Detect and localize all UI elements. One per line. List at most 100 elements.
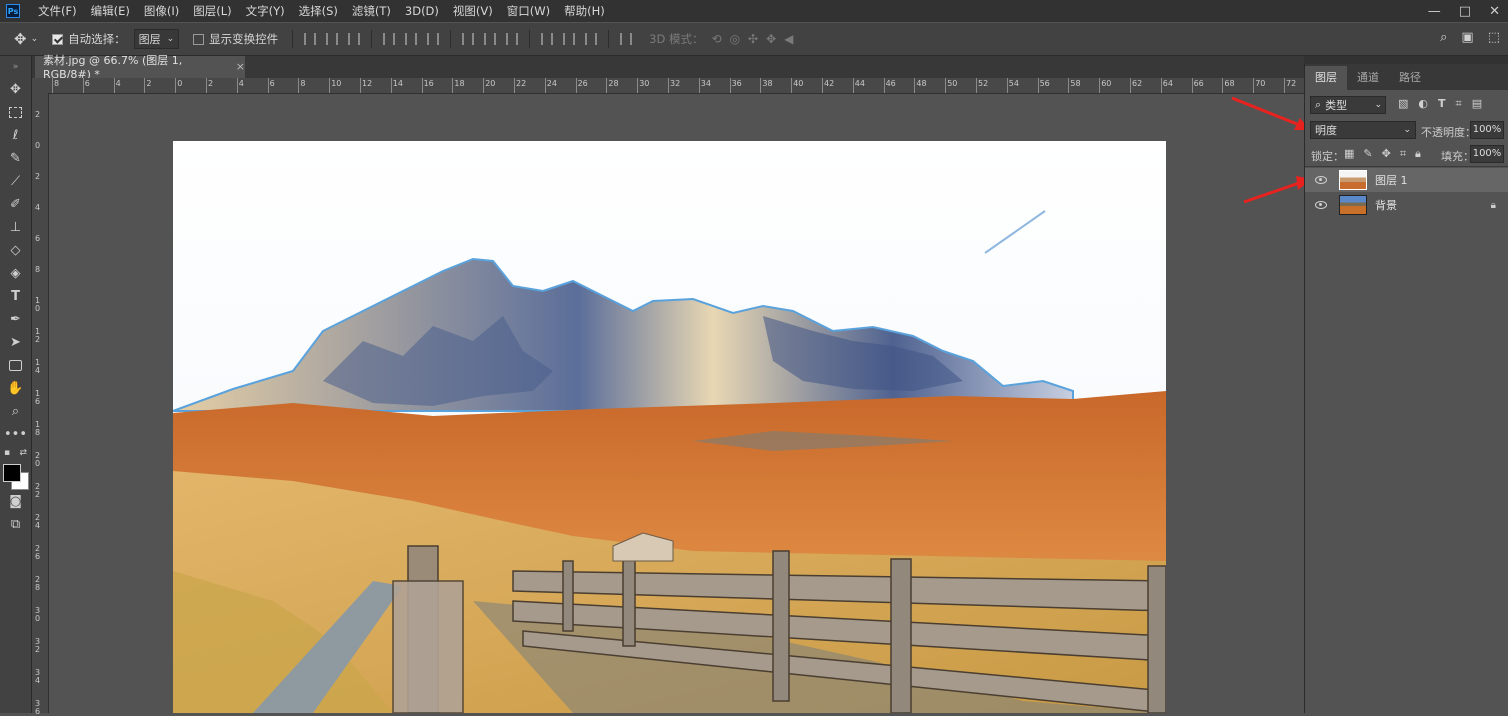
document-tab-close[interactable]: × — [236, 60, 245, 73]
minimize-button[interactable]: — — [1428, 4, 1441, 19]
document-canvas[interactable] — [173, 141, 1166, 713]
3d-orbit-icon[interactable]: ⟲ — [712, 32, 722, 46]
menu-help[interactable]: 帮助(H) — [564, 3, 605, 19]
3d-slide-icon[interactable]: ✥ — [766, 32, 776, 46]
align-hcenter-icon[interactable] — [405, 33, 418, 45]
distribute-vcenter-icon[interactable] — [484, 33, 497, 45]
menu-edit[interactable]: 编辑(E) — [91, 3, 130, 19]
zoom-tool-icon[interactable]: ⌕ — [0, 400, 31, 423]
quick-select-tool-icon[interactable]: ✎ — [0, 147, 31, 170]
lock-transparent-pixels-icon[interactable]: ▦ — [1344, 147, 1354, 161]
menu-type[interactable]: 文字(Y) — [246, 3, 285, 19]
menu-filter[interactable]: 滤镜(T) — [352, 3, 391, 19]
layer-name[interactable]: 图层 1 — [1375, 172, 1408, 188]
default-colors-icon[interactable]: ▪ — [4, 448, 10, 458]
move-tool-icon[interactable]: ✥ — [0, 78, 31, 101]
tab-layers[interactable]: 图层 — [1305, 66, 1347, 90]
visibility-eye-icon[interactable] — [1315, 201, 1327, 209]
fence-post — [772, 550, 790, 702]
move-tool-icon[interactable]: ✥ ⌄ — [14, 30, 38, 48]
divider — [529, 30, 531, 48]
distribute-hcenter-icon[interactable] — [563, 33, 576, 45]
lock-position-icon[interactable]: ✥ — [1382, 147, 1391, 161]
layer-row-layer1[interactable]: 图层 1 — [1305, 168, 1508, 192]
marquee-tool-icon[interactable] — [0, 101, 31, 124]
ruler-label: 18 — [454, 79, 465, 88]
foreground-color-swatch[interactable] — [3, 464, 21, 482]
horizontal-ruler[interactable]: 8 6 4 2 0 2 4 6 8 10 12 14 16 18 20 22 24 26 28 30 32 34 36 38 4… — [48, 78, 1304, 94]
filter-pixel-icon[interactable]: ▧ — [1398, 97, 1408, 111]
vertical-ruler[interactable]: 2 0 2 4 6 8 1 0 1 2 1 4 1 6 1 8 2 0 2 2 2 4 2 6 2 8 3 0 3… — [32, 93, 49, 716]
align-top-icon[interactable] — [304, 33, 317, 45]
align-right-icon[interactable] — [427, 33, 440, 45]
ruler-label: 8 — [300, 79, 306, 88]
expand-icon[interactable]: » — [0, 56, 31, 78]
filter-adjustment-icon[interactable]: ◐ — [1418, 97, 1428, 111]
lock-all-icon[interactable]: 🔒︎ — [1415, 147, 1421, 161]
close-button[interactable]: ✕ — [1489, 4, 1500, 19]
blend-mode-value: 明度 — [1315, 124, 1337, 137]
menu-file[interactable]: 文件(F) — [38, 3, 77, 19]
distribute-bottom-icon[interactable] — [506, 33, 519, 45]
more-tools-icon[interactable]: ••• — [0, 423, 31, 446]
align-vcenter-icon[interactable] — [326, 33, 339, 45]
quick-mask-icon[interactable]: ◙ — [0, 490, 31, 513]
filter-shape-icon[interactable]: ⌗ — [1456, 97, 1462, 111]
3d-roll-icon[interactable]: ◎ — [730, 32, 740, 46]
filter-smart-object-icon[interactable]: ▤ — [1472, 97, 1482, 111]
auto-select-option[interactable]: 自动选择： — [52, 31, 126, 47]
auto-select-target-dropdown[interactable]: 图层 ⌄ — [133, 29, 180, 49]
align-left-icon[interactable] — [383, 33, 396, 45]
document-tab[interactable]: 素材.jpg @ 66.7% (图层 1, RGB/8#) * × — [35, 54, 245, 81]
lock-artboard-icon[interactable]: ⌗ — [1400, 147, 1406, 161]
brush-tool-icon[interactable]: ✐ — [0, 193, 31, 216]
filter-type-icon[interactable]: T — [1438, 97, 1446, 111]
3d-pan-icon[interactable]: ✣ — [748, 32, 758, 46]
opacity-input[interactable]: 100% — [1470, 121, 1504, 139]
distribute-right-icon[interactable] — [585, 33, 598, 45]
show-transform-checkbox[interactable] — [193, 33, 205, 45]
fill-input[interactable]: 100% — [1470, 145, 1504, 163]
show-transform-option[interactable]: 显示变换控件 — [193, 31, 278, 47]
menu-select[interactable]: 选择(S) — [299, 3, 338, 19]
tab-paths[interactable]: 路径 — [1389, 66, 1431, 90]
paint-bucket-tool-icon[interactable]: ◈ — [0, 262, 31, 285]
hand-tool-icon[interactable]: ✋ — [0, 377, 31, 400]
ruler-tick — [144, 78, 146, 93]
ruler-tick — [976, 78, 977, 93]
shape-tool-icon[interactable] — [0, 354, 31, 377]
pen-tool-icon[interactable]: ✒ — [0, 308, 31, 331]
ruler-tick — [668, 78, 669, 93]
path-select-tool-icon[interactable]: ➤ — [0, 331, 31, 354]
workspace-icon[interactable]: ▣ — [1461, 30, 1473, 45]
auto-align-icon[interactable] — [620, 33, 633, 45]
annotation-arrow-layer — [1243, 180, 1303, 204]
layer-filter-dropdown[interactable]: ⌕ 类型 ⌄ — [1310, 96, 1386, 114]
menu-view[interactable]: 视图(V) — [453, 3, 493, 19]
distribute-top-icon[interactable] — [462, 33, 475, 45]
share-icon[interactable]: ⬚ — [1488, 30, 1500, 45]
auto-select-checkbox[interactable] — [52, 33, 64, 45]
visibility-eye-icon[interactable] — [1315, 176, 1327, 184]
search-icon[interactable]: ⌕ — [1440, 30, 1447, 45]
distribute-left-icon[interactable] — [541, 33, 554, 45]
lasso-tool-icon[interactable]: ℓ — [0, 124, 31, 147]
3d-scale-icon[interactable]: ◀ — [784, 32, 793, 46]
lock-image-pixels-icon[interactable]: ✎ — [1363, 147, 1372, 161]
menu-image[interactable]: 图像(I) — [144, 3, 179, 19]
stamp-tool-icon[interactable]: ⊥ — [0, 216, 31, 239]
menu-layer[interactable]: 图层(L) — [193, 3, 231, 19]
screen-mode-icon[interactable]: ⧉ — [0, 513, 31, 536]
layer-row-background[interactable]: 背景 🔒︎ — [1305, 193, 1508, 217]
align-bottom-icon[interactable] — [348, 33, 361, 45]
menu-window[interactable]: 窗口(W) — [507, 3, 550, 19]
swap-colors-icon[interactable]: ⇄ — [19, 448, 27, 458]
tab-channels[interactable]: 通道 — [1347, 66, 1389, 90]
restore-button[interactable]: □ — [1459, 4, 1471, 19]
menu-3d[interactable]: 3D(D) — [405, 4, 439, 18]
blend-mode-dropdown[interactable]: 明度 ⌄ — [1310, 121, 1416, 139]
eyedropper-tool-icon[interactable]: ⟋ — [0, 170, 31, 193]
type-tool-icon[interactable]: T — [0, 285, 31, 308]
eraser-tool-icon[interactable]: ◇ — [0, 239, 31, 262]
layer-name[interactable]: 背景 — [1375, 197, 1397, 213]
